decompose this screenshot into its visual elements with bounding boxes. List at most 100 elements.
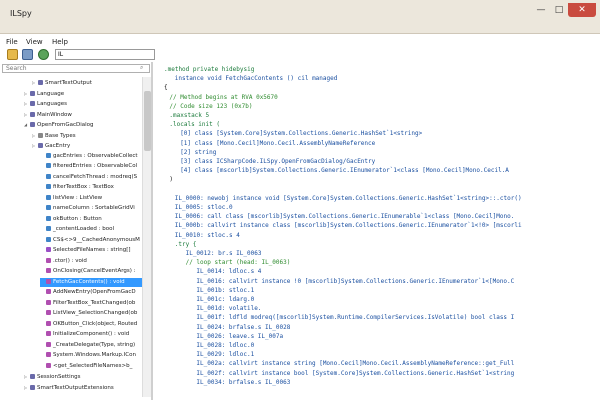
code-line: .maxstack 5 bbox=[169, 112, 210, 119]
tree-item[interactable]: gacEntries : ObservableCollect bbox=[40, 152, 142, 161]
tree-item[interactable]: filteredEntries : ObservableCol bbox=[40, 162, 142, 171]
refresh-icon[interactable] bbox=[38, 49, 49, 60]
code-line: IL_000b: callvirt instance class [mscorl… bbox=[174, 222, 522, 230]
member-icon bbox=[46, 205, 51, 210]
tree-item[interactable]: OKButton_Click(object, Routed bbox=[40, 320, 142, 329]
open-folder-icon[interactable] bbox=[7, 49, 18, 60]
code-line: IL_0024: brfalse.s IL_0028 bbox=[196, 323, 291, 331]
tree-item[interactable]: ◢ OpenFromGacDialog bbox=[24, 120, 142, 129]
tree-item[interactable]: ▷ SmartTextOutput bbox=[32, 78, 142, 87]
tree-scrollbar[interactable] bbox=[142, 77, 151, 397]
code-line: .locals init ( bbox=[169, 121, 220, 129]
tree-item[interactable]: FetchGacContents() : void bbox=[40, 277, 142, 287]
close-button[interactable]: ✕ bbox=[568, 3, 596, 17]
code-line: [2] string bbox=[180, 148, 217, 156]
maximize-button[interactable]: □ bbox=[550, 3, 568, 17]
code-line: .method private hidebysig bbox=[164, 66, 255, 73]
tree-item-label: SelectedFileNames : string[] bbox=[53, 247, 131, 253]
tree-item[interactable]: cancelFetchThread : modreq(S bbox=[40, 173, 142, 182]
tree-item[interactable]: ▷ SessionSettings bbox=[24, 372, 142, 381]
member-icon bbox=[30, 384, 35, 390]
code-line: IL_0026: leave.s IL_007a bbox=[196, 332, 284, 340]
tree-item[interactable]: AddNewEntry(OpenFromGacD bbox=[40, 288, 142, 297]
tree-item[interactable]: SelectedFileNames : string[] bbox=[40, 246, 142, 255]
code-line: [0] class [System.Core]System.Collection… bbox=[180, 130, 423, 138]
code-line: [4] class [mscorlib]System.Collections.G… bbox=[180, 167, 509, 175]
assembly-tree-panel: ⌕ ▷SmartTextOutput ▷Language▷Languages ▷Ma… bbox=[0, 62, 153, 400]
scrollbar-thumb[interactable] bbox=[144, 91, 151, 151]
code-view[interactable]: .method private hidebysig instance void F… bbox=[164, 62, 600, 400]
tree-item-label: SmartTextOutputExtensions bbox=[37, 384, 114, 391]
tree-item[interactable]: FilterTextBox_TextChanged(ob bbox=[40, 299, 142, 308]
code-line: IL_002f: callvirt instance bool [System.… bbox=[196, 369, 515, 377]
tree-item[interactable]: okButton : Button bbox=[40, 215, 142, 224]
language-dropdown[interactable]: IL bbox=[55, 49, 155, 60]
title-bar[interactable]: ILSpy — □ ✕ bbox=[0, 0, 600, 34]
member-icon bbox=[46, 289, 51, 294]
tree-item-label: okButton : Button bbox=[53, 215, 102, 222]
member-icon bbox=[46, 173, 51, 179]
search-icon[interactable]: ⌕ bbox=[140, 64, 143, 72]
member-icon bbox=[30, 111, 35, 117]
tree-item[interactable]: InitializeComponent() : void bbox=[40, 330, 142, 339]
tree-item[interactable]: ▷ GacEntry bbox=[32, 141, 142, 150]
code-line: IL_0016: callvirt instance !0 [mscorlib]… bbox=[196, 277, 515, 285]
tree-item[interactable]: ▷ Base Types bbox=[32, 131, 142, 140]
code-line: IL_0006: call class [mscorlib]System.Col… bbox=[174, 213, 515, 221]
menu-view[interactable]: View bbox=[26, 38, 43, 46]
save-icon[interactable] bbox=[22, 49, 33, 60]
tree-item-label: filterTextBox : TextBox bbox=[53, 184, 114, 190]
code-line: IL_0029: ldloc.1 bbox=[196, 351, 255, 359]
code-line: IL_001d: volatile. bbox=[196, 305, 262, 313]
tree-item-label: Languages bbox=[37, 101, 68, 107]
tree-item-label: gacEntries : ObservableCollect bbox=[53, 152, 138, 159]
tree-item-label: InitializeComponent() : void bbox=[53, 331, 130, 337]
code-line: .try { bbox=[174, 240, 197, 248]
member-icon bbox=[46, 247, 51, 252]
tree-item[interactable]: listView : ListView bbox=[40, 194, 142, 203]
tree-item[interactable]: filterTextBox : TextBox bbox=[40, 183, 142, 192]
code-line: [3] class ICSharpCode.ILSpy.OpenFromGacD… bbox=[180, 158, 376, 165]
code-line: IL_0010: stloc.s 4 bbox=[174, 231, 240, 239]
tree-item[interactable]: .ctor() : void bbox=[40, 257, 142, 266]
minimize-button[interactable]: — bbox=[532, 3, 550, 17]
tree-item-label: listView : ListView bbox=[53, 194, 103, 201]
search-input[interactable] bbox=[2, 64, 150, 73]
tree-item-label: Language bbox=[37, 90, 65, 97]
tree-item[interactable]: ▷ MainWindow bbox=[24, 110, 142, 119]
ilspy-window: ILSpy — □ ✕ File View Help IL ⌕ ▷SmartText… bbox=[0, 0, 600, 400]
member-icon bbox=[46, 268, 51, 273]
code-line: IL_002a: callvirt instance string [Mono.… bbox=[196, 360, 515, 368]
tree-item[interactable]: OnClosing(CancelEventArgs) : bbox=[40, 267, 142, 276]
code-line: // Code size 123 (0x7b) bbox=[169, 102, 253, 110]
tree-item[interactable]: _contentLoaded : bool bbox=[40, 225, 142, 234]
tree-item[interactable]: System.Windows.Markup.ICon bbox=[40, 351, 142, 360]
menu-file[interactable]: File bbox=[6, 38, 18, 46]
member-icon bbox=[46, 310, 51, 315]
code-line: IL_001b: stloc.1 bbox=[196, 286, 255, 294]
tree-item-label: Base Types bbox=[45, 132, 76, 139]
tree-item[interactable]: _CreateDelegate(Type, string) bbox=[40, 341, 142, 350]
member-icon bbox=[46, 362, 51, 368]
tree-item[interactable]: nameColumn : SortableGridVi bbox=[40, 204, 142, 213]
member-icon bbox=[46, 226, 51, 231]
tree-item[interactable]: ListView_SelectionChanged(ob bbox=[40, 309, 142, 318]
tree-item[interactable]: CS$<>9__CachedAnonymousM bbox=[40, 236, 142, 245]
code-line: instance void FetchGacContents () cil ma… bbox=[174, 75, 338, 83]
tree-item-label: FetchGacContents() : void bbox=[53, 278, 125, 285]
tree-item-label: System.Windows.Markup.ICon bbox=[53, 352, 136, 358]
member-icon bbox=[46, 341, 51, 347]
member-icon bbox=[46, 299, 51, 305]
tree-item[interactable]: <get_SelectedFileNames>b_ bbox=[40, 362, 142, 371]
code-line: IL_0012: br.s IL_0063 bbox=[185, 250, 262, 257]
member-icon bbox=[30, 374, 35, 379]
code-line: IL_0005: stloc.0 bbox=[174, 204, 233, 211]
tree-item[interactable]: ▷ Language bbox=[24, 89, 142, 98]
tree-item[interactable]: ▷ Languages bbox=[24, 99, 142, 108]
window-title: ILSpy bbox=[10, 9, 32, 18]
menu-help[interactable]: Help bbox=[52, 38, 68, 46]
tree-item-label: nameColumn : SortableGridVi bbox=[53, 205, 135, 211]
tree-item[interactable]: ▷ SmartTextOutputExtensions bbox=[24, 383, 142, 392]
tree-item-label: filteredEntries : ObservableCol bbox=[53, 163, 138, 169]
member-icon bbox=[46, 278, 51, 284]
